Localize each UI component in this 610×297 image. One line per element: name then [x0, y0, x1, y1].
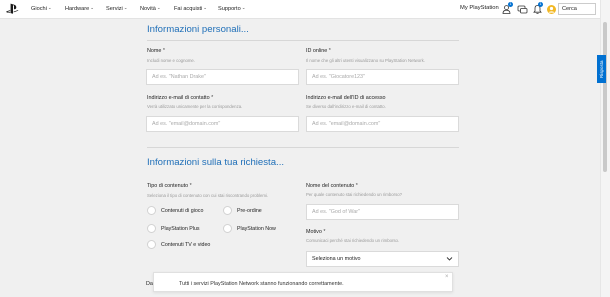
nav-novita-label: Novità	[140, 6, 156, 12]
name-label: Nome *	[147, 48, 165, 54]
nav-fai-acquisti-label: Fai acquisti	[174, 6, 203, 12]
search-input[interactable]: Cerca	[558, 3, 596, 15]
content-type-label: Tipo di contenuto *	[147, 183, 192, 189]
messages-icon[interactable]	[517, 4, 528, 15]
friends-badge: 1	[508, 2, 513, 7]
nav-giochi[interactable]: Giochi⌄	[31, 5, 52, 12]
scrollbar-thumb[interactable]	[603, 22, 607, 172]
reason-selected-value: Seleziona un motivo	[312, 256, 361, 262]
chevron-down-icon: ⌄	[203, 5, 208, 10]
account-email-field[interactable]: Ad es. "email@domain.com"	[306, 116, 459, 132]
top-navigation: Giochi⌄ Hardware⌄ Servizi⌄ Novità⌄ Fai a…	[0, 0, 600, 19]
status-toast: Tutti i servizi PlayStation Network stan…	[153, 272, 453, 292]
contact-email-help: Verrà utilizzato unicamente per la corri…	[147, 104, 243, 109]
radio-label: Contenuti TV e video	[161, 242, 211, 248]
playstation-logo-icon[interactable]	[6, 3, 19, 15]
nav-supporto-label: Supporto	[218, 6, 241, 12]
avatar[interactable]	[546, 4, 557, 15]
reason-select[interactable]: Seleziona un motivo	[306, 251, 459, 267]
name-field[interactable]: Ad es. "Nathan Drake"	[146, 69, 299, 85]
nav-hardware[interactable]: Hardware⌄	[65, 5, 94, 12]
contact-email-label: Indirizzo e-mail di contatto *	[147, 95, 214, 101]
notifications-badge: 1	[538, 2, 543, 7]
radio-label: PlayStation Plus	[161, 226, 200, 232]
radio-button[interactable]	[147, 240, 156, 249]
online-id-label: ID online *	[306, 48, 331, 54]
content-name-help: Per quale contenuto stai richiedendo un …	[306, 192, 403, 197]
chevron-down-icon: ⌄	[123, 5, 128, 10]
chevron-down-icon: ⌄	[90, 5, 95, 10]
radio-label: PlayStation Now	[237, 226, 276, 232]
nav-supporto[interactable]: Supporto⌄	[218, 5, 245, 12]
radio-label: Contenuti di gioco	[161, 208, 204, 214]
request-info-title: Informazioni sulla tua richiesta...	[147, 157, 285, 168]
personal-info-title: Informazioni personali...	[147, 24, 249, 35]
nav-hardware-label: Hardware	[65, 6, 90, 12]
chevron-down-icon: ⌄	[241, 5, 246, 10]
nav-giochi-label: Giochi	[31, 6, 47, 12]
divider	[147, 147, 459, 148]
account-email-help: Se diverso dall'indirizzo e-mail di cont…	[306, 104, 386, 109]
reason-help: Comunicaci perché stai richiedendo un ri…	[306, 238, 400, 243]
my-playstation-link[interactable]: My PlayStation	[460, 5, 499, 11]
nav-servizi-label: Servizi	[106, 6, 123, 12]
name-help: Includi nome e cognome.	[147, 58, 196, 63]
partial-field-label: Da	[146, 281, 153, 287]
content-type-help: Seleziona il tipo di contenuto con cui s…	[147, 193, 269, 198]
online-id-help: Il nome che gli altri utenti visualizzan…	[306, 58, 425, 63]
radio-label: Pre-ordine	[237, 208, 262, 214]
chevron-down-icon	[446, 257, 453, 261]
chevron-down-icon: ⌄	[47, 5, 52, 10]
contact-email-field[interactable]: Ad es. "email@domain.com"	[146, 116, 299, 132]
account-email-label: Indirizzo e-mail dell'ID di accesso	[306, 95, 386, 101]
divider	[147, 40, 459, 41]
close-icon[interactable]: ×	[445, 274, 449, 280]
nav-fai-acquisti[interactable]: Fai acquisti⌄	[174, 5, 207, 12]
radio-button[interactable]	[223, 206, 232, 215]
feedback-side-tab[interactable]: Risposta	[597, 55, 606, 83]
chevron-down-icon: ⌄	[156, 5, 161, 10]
content-name-label: Nome del contenuto *	[306, 183, 358, 189]
radio-button[interactable]	[147, 206, 156, 215]
content-name-field[interactable]: Ad es. "God of War"	[306, 204, 459, 220]
reason-label: Motivo *	[306, 229, 326, 235]
radio-button[interactable]	[147, 224, 156, 233]
status-message: Tutti i servizi PlayStation Network stan…	[179, 281, 344, 287]
nav-novita[interactable]: Novità⌄	[140, 5, 161, 12]
radio-button[interactable]	[223, 224, 232, 233]
online-id-field[interactable]: Ad es. "Giocatore123"	[306, 69, 459, 85]
nav-servizi[interactable]: Servizi⌄	[106, 5, 128, 12]
